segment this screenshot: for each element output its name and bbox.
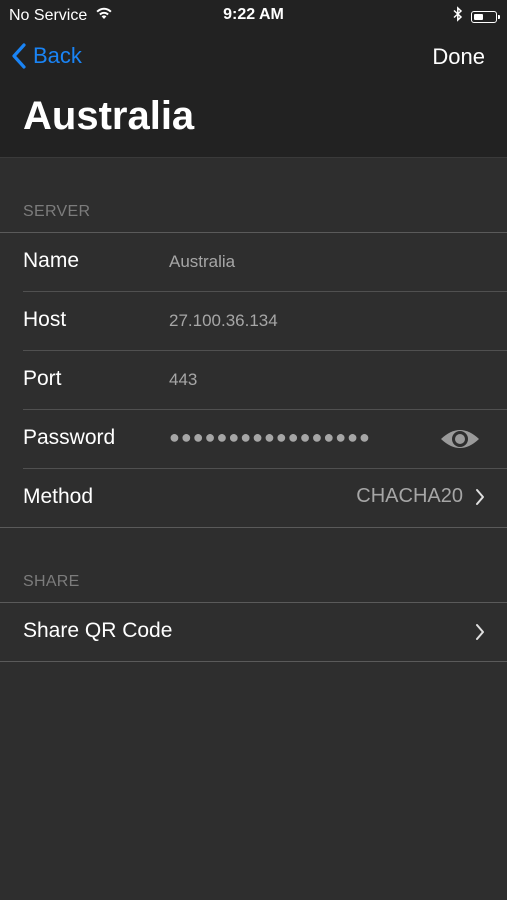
port-field[interactable]: 443 <box>169 370 197 390</box>
done-button[interactable]: Done <box>432 44 485 70</box>
method-label: Method <box>23 485 94 508</box>
share-qr-code-row[interactable]: Share QR Code <box>23 603 507 661</box>
status-time: 9:22 AM <box>223 6 284 23</box>
password-row[interactable]: Password ●●●●●●●●●●●●●●●●● <box>23 410 507 469</box>
share-qr-code-label: Share QR Code <box>23 619 173 642</box>
chevron-right-icon <box>476 624 484 640</box>
status-right <box>453 6 500 27</box>
password-field[interactable]: ●●●●●●●●●●●●●●●●● <box>169 427 371 448</box>
bluetooth-icon <box>453 6 463 27</box>
navigation-bar: Back Done Australia <box>0 32 507 158</box>
server-group: Name Australia Host 27.100.36.134 Port 4… <box>0 232 507 528</box>
name-field[interactable]: Australia <box>169 252 235 272</box>
name-label: Name <box>23 249 80 272</box>
page-title: Australia <box>23 94 195 138</box>
status-bar: No Service 9:22 AM <box>0 0 507 32</box>
server-section-header: SERVER <box>23 203 91 220</box>
host-row[interactable]: Host 27.100.36.134 <box>23 292 507 351</box>
eye-icon[interactable] <box>439 425 481 458</box>
port-row[interactable]: Port 443 <box>23 351 507 410</box>
battery-nub <box>498 14 500 19</box>
chevron-left-icon <box>12 43 26 69</box>
back-label: Back <box>33 43 82 68</box>
battery-icon <box>471 10 500 23</box>
method-row[interactable]: Method CHACHA20 <box>23 469 507 527</box>
share-section-header: SHARE <box>23 573 80 590</box>
method-value: CHACHA20 <box>356 485 463 507</box>
name-row[interactable]: Name Australia <box>23 233 507 292</box>
host-field[interactable]: 27.100.36.134 <box>169 311 278 331</box>
chevron-right-icon <box>476 488 484 505</box>
host-label: Host <box>23 308 67 331</box>
share-group: Share QR Code <box>0 602 507 662</box>
method-selector[interactable]: CHACHA20 <box>356 485 485 508</box>
battery-fill <box>474 13 483 20</box>
password-label: Password <box>23 426 116 449</box>
port-label: Port <box>23 367 62 390</box>
back-button[interactable]: Back <box>11 42 82 70</box>
